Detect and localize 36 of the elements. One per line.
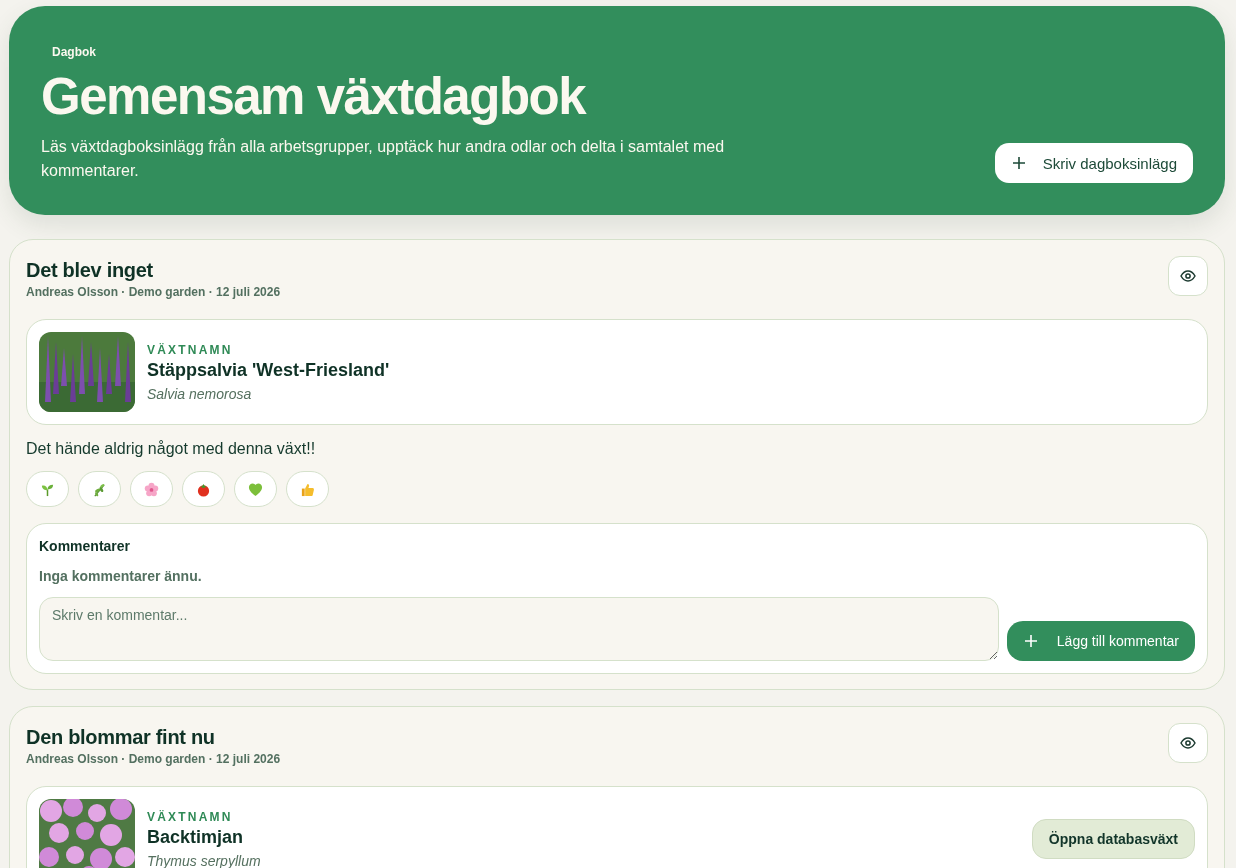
entry-text: Det hände aldrig något med denna växt!! — [26, 440, 317, 459]
write-entry-button[interactable]: Skriv dagboksinlägg — [994, 143, 1193, 184]
reaction-button[interactable] — [234, 471, 277, 508]
eye-icon — [1180, 270, 1196, 283]
entry-meta: Andreas Olsson · Demo garden · 12 juli 2026 — [26, 285, 281, 300]
thumbs-up-icon — [300, 481, 315, 497]
plant-latin-name: Salvia nemorosa — [147, 385, 253, 402]
page-description: Läs växtdagboksinlägg från alla arbetsgrupper, upptäck hur andra odlar och delta i samtalet med kommentarer. — [41, 137, 726, 182]
plant-latin-name: Thymus serpyllum — [147, 852, 262, 868]
add-comment-button[interactable]: Lägg till kommentar — [1006, 621, 1195, 662]
entry-meta: Andreas Olsson · Demo garden · 12 juli 2026 — [26, 752, 281, 767]
view-button[interactable] — [1168, 723, 1208, 764]
reaction-button[interactable] — [130, 471, 173, 508]
eye-icon — [1180, 737, 1196, 750]
tomato-icon — [196, 481, 211, 497]
reaction-button[interactable] — [182, 471, 225, 508]
plant-label: VÄXTNAMN — [147, 809, 234, 824]
page-label: Dagbok — [51, 45, 97, 59]
comment-field[interactable]: Skriv en kommentar... — [39, 597, 999, 662]
entry-title: Den blommar fint nu — [26, 726, 216, 750]
page-title: Gemensam växtdagbok — [41, 69, 587, 126]
open-plant-button[interactable]: Öppna databasväxt — [1031, 819, 1195, 860]
plus-icon — [1012, 157, 1025, 170]
plant-name: Stäppsalvia 'West-Friesland' — [147, 359, 391, 381]
plant-name: Backtimjan — [147, 826, 245, 848]
heart-icon — [248, 481, 263, 497]
flower-icon — [144, 481, 159, 497]
plus-icon — [1024, 635, 1037, 648]
no-comments-text: Inga kommentarer ännu. — [39, 568, 203, 585]
view-button[interactable] — [1168, 256, 1208, 297]
leaf-sprig-icon — [92, 481, 107, 497]
reaction-button[interactable] — [26, 471, 69, 508]
comments-heading: Kommentarer — [39, 538, 132, 555]
entry-title: Det blev inget — [26, 259, 154, 283]
plant-label: VÄXTNAMN — [147, 342, 234, 357]
reaction-button[interactable] — [78, 471, 121, 508]
